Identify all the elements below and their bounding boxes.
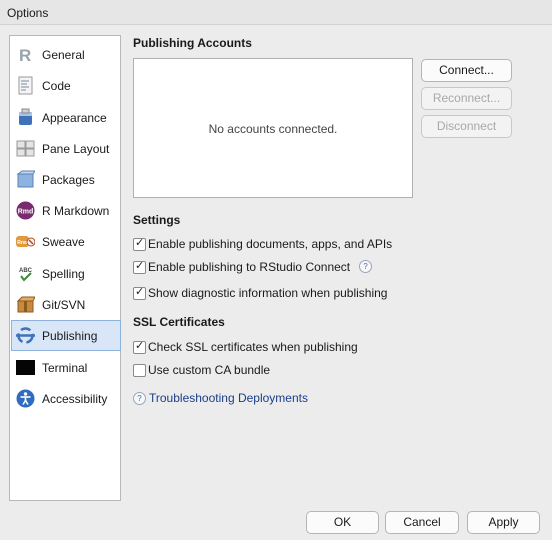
ssl-certificates-heading: SSL Certificates — [133, 315, 225, 329]
checkbox-label: Check SSL certificates when publishing — [148, 340, 358, 354]
checkbox-label: Enable publishing to RStudio Connect — [148, 260, 351, 274]
checkbox-box[interactable] — [133, 364, 146, 377]
help-icon[interactable]: ? — [359, 260, 372, 273]
sidebar-item-spelling[interactable]: ABC Spelling — [11, 258, 121, 289]
connect-button[interactable]: Connect... — [421, 59, 512, 82]
sidebar-item-label: Spelling — [42, 267, 85, 281]
check-icon: ✓ — [135, 237, 145, 249]
accounts-list[interactable]: No accounts connected. — [133, 58, 413, 198]
sidebar-item-label: General — [42, 48, 85, 62]
sidebar-item-git-svn[interactable]: Git/SVN — [11, 289, 121, 320]
spelling-check-icon: ABC — [19, 268, 33, 282]
svg-text:R: R — [19, 46, 31, 64]
sidebar-item-label: Terminal — [42, 361, 88, 375]
sidebar-item-publishing[interactable]: Publishing — [11, 320, 121, 351]
sidebar-item-general[interactable]: R General — [11, 39, 121, 70]
sweave-icon: Rnw — [16, 236, 35, 247]
svg-text:Rmd: Rmd — [18, 209, 34, 216]
package-box-icon — [16, 170, 35, 188]
checkbox-label: Enable publishing documents, apps, and A… — [148, 237, 393, 251]
checkbox-label: Show diagnostic information when publish… — [148, 286, 388, 300]
window-title: Options — [7, 6, 49, 20]
accessibility-icon — [16, 389, 35, 408]
publishing-icon — [16, 327, 35, 344]
terminal-icon — [16, 360, 35, 375]
sidebar-item-pane-layout[interactable]: Pane Layout — [11, 133, 121, 164]
sidebar-item-label: Accessibility — [42, 392, 108, 406]
disconnect-button[interactable]: Disconnect — [421, 115, 512, 138]
reconnect-button[interactable]: Reconnect... — [421, 87, 512, 110]
sidebar-item-sweave[interactable]: Rnw Sweave — [11, 226, 121, 257]
ok-button[interactable]: OK — [306, 511, 379, 534]
cancel-button[interactable]: Cancel — [385, 511, 459, 534]
troubleshooting-link[interactable]: Troubleshooting Deployments — [149, 391, 308, 405]
sidebar-item-label: Pane Layout — [42, 142, 110, 156]
git-box-icon — [16, 296, 35, 313]
accounts-empty-message: No accounts connected. — [208, 122, 338, 136]
paint-bucket-icon — [19, 108, 32, 125]
check-icon: ✓ — [135, 340, 145, 352]
sidebar-item-accessibility[interactable]: Accessibility — [11, 383, 121, 414]
checkbox-box[interactable]: ✓ — [133, 340, 146, 354]
sidebar-item-r-markdown[interactable]: Rmd R Markdown — [11, 195, 121, 226]
settings-heading: Settings — [133, 213, 181, 227]
window-titlebar: Options — [0, 0, 552, 25]
apply-button[interactable]: Apply — [467, 511, 540, 534]
help-icon: ? — [133, 392, 146, 405]
check-icon: ✓ — [135, 260, 145, 272]
checkbox-box[interactable]: ✓ — [133, 286, 146, 300]
sidebar-item-label: Code — [42, 79, 71, 93]
sidebar-item-packages[interactable]: Packages — [11, 164, 121, 195]
rmd-icon: Rmd — [16, 201, 35, 220]
sidebar-item-label: R Markdown — [42, 204, 110, 218]
sidebar-item-label: Sweave — [42, 235, 85, 249]
code-document-icon — [18, 76, 33, 95]
checkbox-box[interactable]: ✓ — [133, 260, 146, 274]
publishing-accounts-heading: Publishing Accounts — [133, 36, 252, 50]
sidebar-item-appearance[interactable]: Appearance — [11, 102, 121, 133]
r-logo-icon: R — [19, 46, 31, 64]
sidebar-item-label: Appearance — [42, 111, 107, 125]
checkbox-box[interactable]: ✓ — [133, 237, 146, 251]
sidebar-item-code[interactable]: Code — [11, 70, 121, 101]
sidebar-item-label: Publishing — [42, 329, 98, 343]
sidebar-item-terminal[interactable]: Terminal — [11, 352, 121, 383]
svg-text:Rnw: Rnw — [17, 240, 28, 246]
sidebar-item-label: Git/SVN — [42, 298, 86, 312]
pane-layout-icon — [16, 140, 35, 157]
options-sidebar: R General Code Appearance Pane Layout Pa… — [9, 35, 121, 501]
sidebar-item-label: Packages — [42, 173, 95, 187]
checkbox-label: Use custom CA bundle — [148, 363, 271, 377]
check-icon: ✓ — [135, 286, 145, 298]
